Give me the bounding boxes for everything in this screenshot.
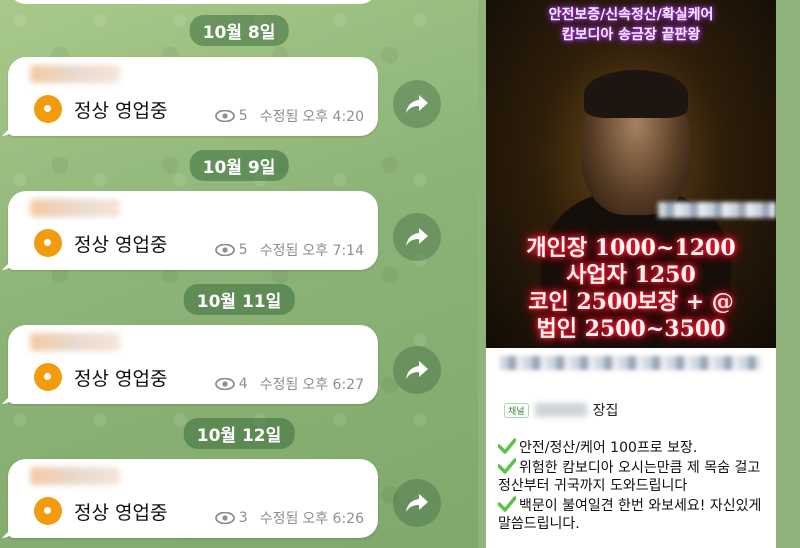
edited-label: 수정됨 <box>259 377 299 393</box>
message-text: 정상 영업중 <box>74 502 168 524</box>
feature-line: 안전/정산/케어 100프로 보장. <box>498 438 770 457</box>
edited-label: 수정됨 <box>259 511 299 527</box>
sender-name-blurred <box>30 65 120 83</box>
feature-text: 위험한 캄보디아 오시는만큼 제 목숨 걸고 정산부터 귀국까지 도와드립니다 <box>498 460 761 494</box>
channel-post-pane: 안전보증/신속정산/확실케어 캄보디아 송금장 끝판왕 개인장 1000~120… <box>478 0 800 548</box>
chat-area: 10월 8일 정상 영업중 5 수정됨 오후 4:20 10월 9일 정상 영업… <box>0 0 478 548</box>
message-time: 오후 6:26 <box>302 511 364 527</box>
date-separator: 10월 12일 <box>183 418 295 449</box>
promo-post[interactable]: 안전보증/신속정산/확실케어 캄보디아 송금장 끝판왕 개인장 1000~120… <box>486 0 776 548</box>
edited-label: 수정됨 <box>259 109 299 125</box>
blurred-channel-name <box>534 403 587 417</box>
view-count: 3 <box>238 510 248 526</box>
sender-name-blurred <box>30 467 120 485</box>
edited-label: 수정됨 <box>259 243 299 259</box>
message-text: 정상 영업중 <box>74 368 168 390</box>
channel-tag: 채널 <box>504 402 529 418</box>
eye-icon <box>214 378 235 390</box>
message-time: 오후 4:20 <box>302 109 364 125</box>
message-bubble[interactable]: 정상 영업중 5 수정됨 오후 4:20 <box>8 57 378 136</box>
forward-button[interactable] <box>393 213 441 261</box>
channel-name-row[interactable]: 채널 장집 <box>504 400 618 420</box>
check-icon <box>498 458 516 474</box>
forward-button[interactable] <box>393 479 441 527</box>
portrait-hair <box>584 70 688 118</box>
previous-message-bubble[interactable] <box>8 0 378 4</box>
feature-text: 백문이 불여일견 한번 와보세요! 자신있게 말씀드립니다. <box>498 498 762 532</box>
banner-header-line: 캄보디아 송금장 끝판왕 <box>561 27 701 43</box>
check-icon <box>498 438 516 454</box>
message-time: 오후 7:14 <box>302 243 364 259</box>
orange-status-icon <box>34 95 62 123</box>
message-meta: 4 수정됨 오후 6:27 <box>214 374 364 394</box>
sender-name-blurred <box>30 199 120 217</box>
message-bubble[interactable]: 정상 영업중 5 수정됨 오후 7:14 <box>8 191 378 270</box>
feature-line: 위험한 캄보디아 오시는만큼 제 목숨 걸고 정산부터 귀국까지 도와드립니다 <box>498 458 770 495</box>
sender-name-blurred <box>30 333 120 351</box>
feature-line: 백문이 불여일견 한번 와보세요! 자신있게 말씀드립니다. <box>498 496 770 533</box>
message-meta: 5 수정됨 오후 7:14 <box>214 240 364 260</box>
channel-name-suffix: 장집 <box>592 403 619 419</box>
view-count: 4 <box>238 376 248 392</box>
eye-icon <box>214 110 235 122</box>
orange-status-icon <box>34 497 62 525</box>
share-arrow-icon <box>406 228 428 246</box>
promo-banner-image[interactable]: 안전보증/신속정산/확실케어 캄보디아 송금장 끝판왕 개인장 1000~120… <box>486 0 776 348</box>
date-separator: 10월 8일 <box>189 15 289 46</box>
view-count: 5 <box>238 108 248 124</box>
message-text: 정상 영업중 <box>74 234 168 256</box>
share-arrow-icon <box>406 95 428 113</box>
forward-button[interactable] <box>393 346 441 394</box>
message-meta: 5 수정됨 오후 4:20 <box>214 106 364 126</box>
message-text: 정상 영업중 <box>74 100 168 122</box>
date-separator: 10월 9일 <box>189 150 289 181</box>
eye-icon <box>214 512 235 524</box>
message-bubble[interactable]: 정상 영업중 3 수정됨 오후 6:26 <box>8 459 378 538</box>
date-separator: 10월 11일 <box>183 284 295 315</box>
banner-header-line: 안전보증/신속정산/확실케어 <box>548 7 714 23</box>
orange-status-icon <box>34 363 62 391</box>
orange-status-icon <box>34 229 62 257</box>
forward-button[interactable] <box>393 80 441 128</box>
view-count: 5 <box>238 242 248 258</box>
message-bubble[interactable]: 정상 영업중 4 수정됨 오후 6:27 <box>8 325 378 404</box>
share-arrow-icon <box>406 361 428 379</box>
blurred-handle <box>658 202 776 218</box>
message-meta: 3 수정됨 오후 6:26 <box>214 508 364 528</box>
check-icon <box>498 496 516 512</box>
eye-icon <box>214 244 235 256</box>
blurred-link[interactable] <box>500 356 762 370</box>
message-time: 오후 6:27 <box>302 377 364 393</box>
share-arrow-icon <box>406 494 428 512</box>
rate-line: 법인 2500~3500 <box>536 316 726 342</box>
feature-text: 안전/정산/케어 100프로 보장. <box>519 440 698 456</box>
